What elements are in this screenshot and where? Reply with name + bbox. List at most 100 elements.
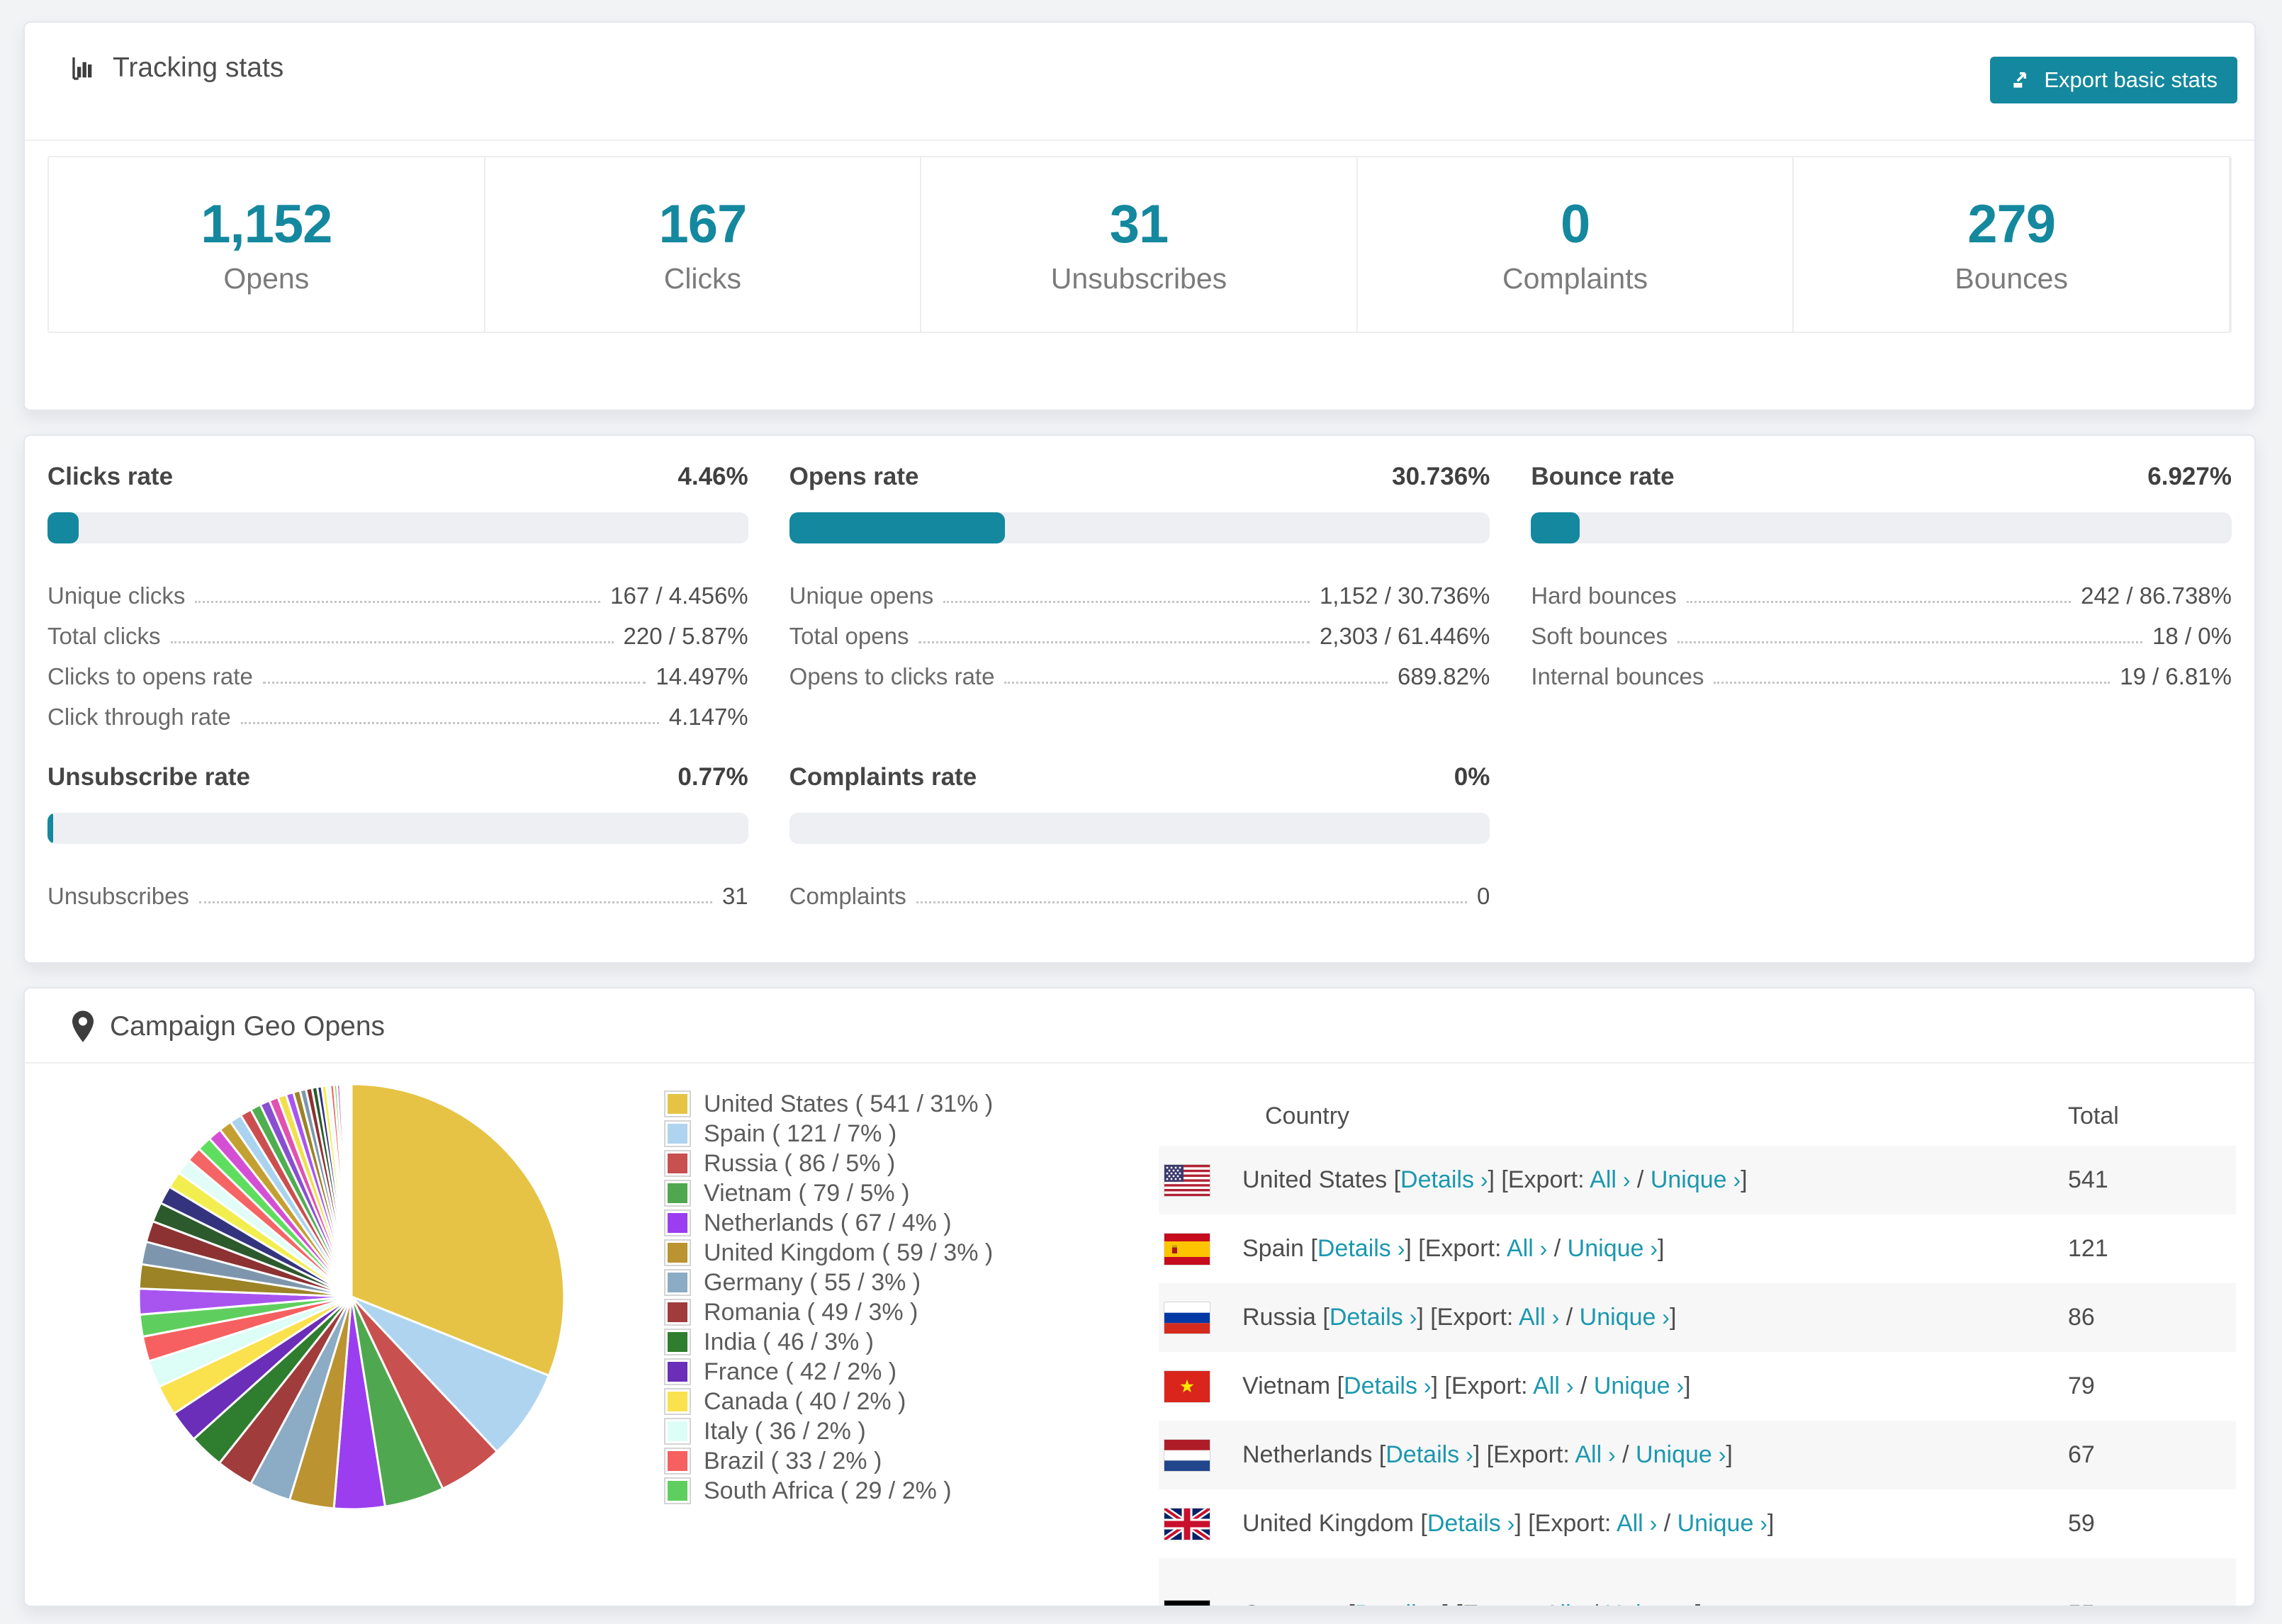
export-unique-link[interactable]: Unique	[1651, 1166, 1727, 1193]
rate-value: 6.927%	[2147, 463, 2232, 490]
country-flag-icon	[1164, 1601, 1210, 1606]
legend-label: Germany ( 55 / 3% )	[704, 1268, 921, 1296]
legend-item[interactable]: Russia ( 86 / 5% )	[663, 1149, 993, 1178]
legend-item[interactable]: Netherlands ( 67 / 4% )	[663, 1208, 993, 1238]
geo-table: Country Total United States [Details ›] …	[1159, 1086, 2236, 1606]
legend-item[interactable]: Italy ( 36 / 2% )	[663, 1416, 993, 1446]
table-row: Germany [Details ›] [Export: All › / Uni…	[1159, 1558, 2236, 1606]
table-row: Spain [Details ›] [Export: All › / Uniqu…	[1159, 1214, 2236, 1283]
export-unique-link[interactable]: Unique	[1594, 1372, 1670, 1399]
legend-swatch	[665, 1211, 690, 1235]
legend-item[interactable]: United Kingdom ( 59 / 3% )	[663, 1238, 993, 1268]
stats-summary-strip: 1,152 Opens 167 Clicks 31 Unsubscribes 0…	[47, 156, 2232, 333]
country-cell: Russia [Details ›] [Export: All › / Uniq…	[1242, 1304, 1677, 1331]
dotted-leader	[918, 641, 1310, 643]
export-unique-link[interactable]: Unique	[1677, 1510, 1754, 1537]
legend-label: Romania ( 49 / 3% )	[704, 1298, 918, 1326]
export-all-link[interactable]: All	[1519, 1304, 1546, 1331]
dotted-leader	[1677, 641, 2143, 643]
export-all-link[interactable]: All	[1507, 1235, 1534, 1262]
stat-value: 167	[658, 194, 747, 254]
country-name: United States	[1242, 1166, 1388, 1193]
export-all-link[interactable]: All	[1617, 1510, 1643, 1537]
country-name: Germany	[1242, 1601, 1342, 1606]
export-unique-link[interactable]: Unique	[1568, 1235, 1644, 1262]
geo-title: Campaign Geo Opens	[110, 1011, 386, 1042]
chevron-right-icon: ›	[1643, 1511, 1658, 1536]
details-link[interactable]: Details	[1400, 1166, 1474, 1193]
rate-detail-row: Click through rate 4.147%	[47, 704, 748, 730]
tracking-stats-card: Tracking stats Export basic stats 1,152 …	[23, 21, 2256, 411]
export-label: Export:	[1424, 1235, 1507, 1262]
details-link[interactable]: Details	[1386, 1441, 1459, 1468]
legend-label: Spain ( 121 / 7% )	[704, 1120, 897, 1147]
legend-swatch	[665, 1270, 690, 1295]
legend-swatch	[665, 1419, 690, 1443]
details-link[interactable]: Details	[1330, 1304, 1403, 1331]
country-name: Spain	[1242, 1235, 1304, 1262]
legend-swatch	[665, 1389, 690, 1414]
progress-bar	[47, 512, 748, 543]
rate-detail-row: Clicks to opens rate 14.497%	[47, 663, 748, 689]
details-link[interactable]: Details	[1355, 1601, 1429, 1606]
export-all-link[interactable]: All	[1533, 1372, 1560, 1399]
export-unique-link[interactable]: Unique	[1580, 1304, 1656, 1331]
total-cell: 67	[2068, 1441, 2095, 1468]
details-link[interactable]: Details	[1317, 1235, 1391, 1262]
dotted-leader	[240, 722, 659, 724]
legend-item[interactable]: Germany ( 55 / 3% )	[663, 1268, 993, 1297]
country-cell: United Kingdom [Details ›] [Export: All …	[1242, 1510, 1775, 1537]
details-link[interactable]: Details	[1427, 1510, 1501, 1537]
dotted-leader	[1686, 601, 2072, 603]
rate-detail-row: Unsubscribes 31	[47, 883, 748, 909]
rate-title: Clicks rate	[47, 463, 174, 490]
details-link[interactable]: Details	[1344, 1372, 1417, 1399]
legend-item[interactable]: Vietnam ( 79 / 5% )	[663, 1178, 993, 1208]
legend-item[interactable]: India ( 46 / 3% )	[663, 1327, 993, 1357]
chevron-right-icon: ›	[1459, 1442, 1473, 1467]
rate-detail-row: Hard bounces 242 / 86.738%	[1531, 582, 2232, 609]
legend-item[interactable]: France ( 42 / 2% )	[663, 1357, 993, 1387]
export-basic-stats-button[interactable]: Export basic stats	[1990, 57, 2237, 103]
stat-label: Complaints	[1502, 262, 1648, 295]
rate-title: Unsubscribe rate	[47, 763, 250, 791]
chevron-right-icon: ›	[1417, 1373, 1432, 1399]
export-label: Export:	[1493, 1441, 1575, 1468]
legend-item[interactable]: Romania ( 49 / 3% )	[663, 1297, 993, 1327]
stat-cell: 0 Complaints	[1358, 157, 1794, 332]
chevron-right-icon: ›	[1602, 1442, 1616, 1467]
geo-opens-pie-chart	[137, 1083, 566, 1511]
rate-detail-row: Unique opens 1,152 / 30.736%	[789, 582, 1490, 609]
unsubscribe-rate-block: Unsubscribe rate 0.77% Unsubscribes 31	[47, 763, 748, 910]
export-all-link[interactable]: All	[1544, 1601, 1571, 1606]
stat-value: 279	[1967, 194, 2056, 254]
country-flag-icon	[1164, 1233, 1210, 1265]
table-row: United Kingdom [Details ›] [Export: All …	[1159, 1489, 2236, 1558]
legend-label: Brazil ( 33 / 2% )	[704, 1447, 882, 1474]
clicks-rate-block: Clicks rate 4.46% Unique clicks 167 / 4.…	[47, 463, 748, 731]
chevron-right-icon: ›	[1559, 1373, 1574, 1399]
total-cell: 121	[2068, 1235, 2108, 1262]
rate-detail-row: Complaints 0	[789, 883, 1490, 909]
legend-label: Italy ( 36 / 2% )	[704, 1417, 866, 1445]
export-all-link[interactable]: All	[1575, 1441, 1602, 1468]
dotted-leader	[943, 601, 1310, 603]
legend-item[interactable]: Brazil ( 33 / 2% )	[663, 1446, 993, 1476]
total-cell: 541	[2068, 1166, 2108, 1193]
rate-detail-row: Internal bounces 19 / 6.81%	[1531, 663, 2232, 689]
export-all-link[interactable]: All	[1590, 1166, 1617, 1193]
total-cell: 86	[2068, 1304, 2095, 1331]
progress-bar	[789, 512, 1490, 543]
export-unique-link[interactable]: Unique	[1636, 1441, 1712, 1468]
country-name: Vietnam	[1242, 1372, 1331, 1399]
campaign-geo-opens-card: Campaign Geo Opens United States ( 541 /…	[23, 987, 2256, 1607]
legend-item[interactable]: South Africa ( 29 / 2% )	[663, 1476, 993, 1506]
export-unique-link[interactable]: Unique	[1605, 1601, 1682, 1606]
rate-value: 4.46%	[678, 463, 748, 490]
rate-value: 30.736%	[1392, 463, 1490, 490]
legend-item[interactable]: Canada ( 40 / 2% )	[663, 1387, 993, 1416]
legend-item[interactable]: United States ( 541 / 31% )	[663, 1089, 993, 1119]
stat-value: 31	[1109, 194, 1169, 254]
legend-item[interactable]: Spain ( 121 / 7% )	[663, 1119, 993, 1149]
stat-cell: 167 Clicks	[485, 157, 922, 332]
